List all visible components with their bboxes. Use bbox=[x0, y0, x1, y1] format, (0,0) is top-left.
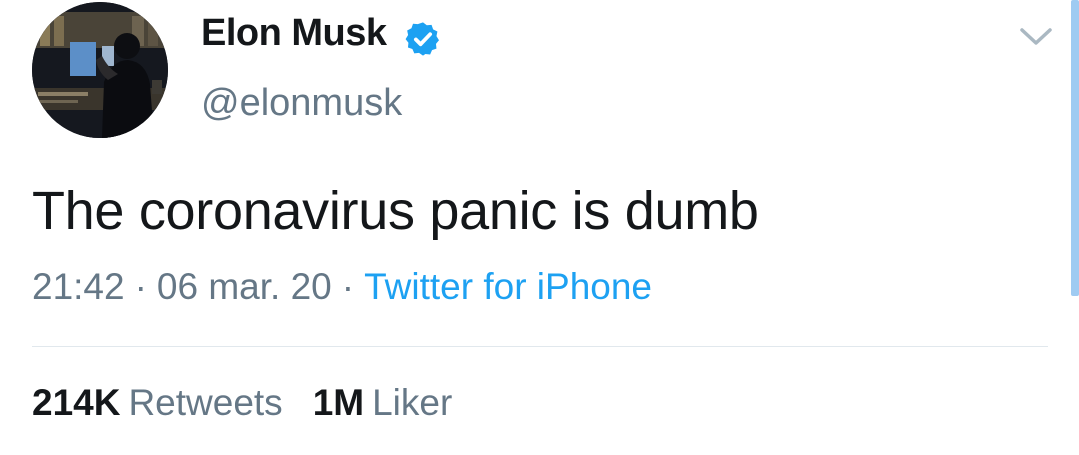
display-name[interactable]: Elon Musk bbox=[201, 12, 387, 55]
likes-label: Liker bbox=[372, 382, 453, 423]
likes-stat[interactable]: 1M Liker bbox=[313, 382, 453, 423]
user-handle[interactable]: @elonmusk bbox=[201, 82, 402, 125]
chevron-down-icon[interactable] bbox=[1017, 24, 1055, 50]
tweet-time: 21:42 bbox=[32, 266, 125, 307]
divider bbox=[32, 346, 1048, 347]
tweet-text: The coronavirus panic is dumb bbox=[32, 181, 759, 241]
tweet-date: 06 mar. 20 bbox=[156, 266, 332, 307]
avatar[interactable] bbox=[32, 2, 168, 138]
retweets-label: Retweets bbox=[128, 382, 283, 423]
tweet-stats: 214K Retweets 1M Liker bbox=[32, 382, 452, 424]
tweet-source-link[interactable]: Twitter for iPhone bbox=[364, 266, 652, 307]
meta-separator: · bbox=[134, 266, 147, 307]
retweets-stat[interactable]: 214K Retweets bbox=[32, 382, 283, 423]
scrollbar[interactable] bbox=[1071, 0, 1079, 296]
retweets-count: 214K bbox=[32, 382, 121, 423]
likes-count: 1M bbox=[312, 382, 365, 423]
meta-separator: · bbox=[341, 266, 355, 307]
verified-badge-icon bbox=[405, 22, 439, 56]
tweet-detail: Elon Musk @elonmusk The coronavirus pani… bbox=[0, 0, 1079, 455]
tweet-meta: 21:42 · 06 mar. 20 · Twitter for iPhone bbox=[32, 266, 652, 308]
